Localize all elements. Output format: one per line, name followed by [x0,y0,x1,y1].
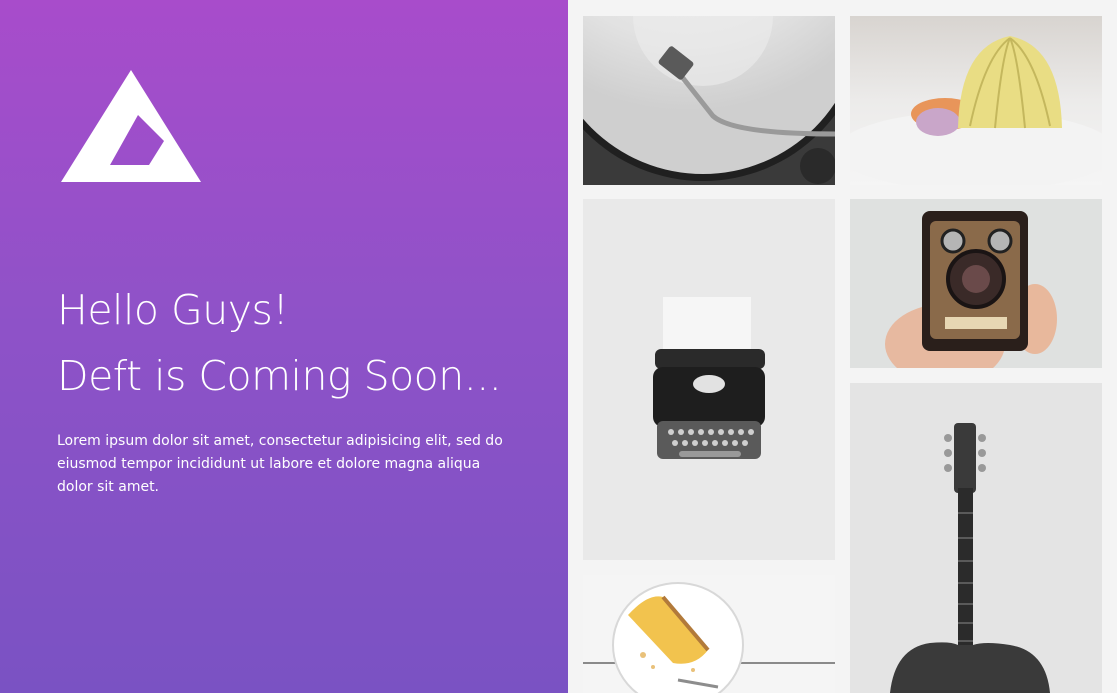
gallery-image-camera [850,199,1102,368]
hero-description: Lorem ipsum dolor sit amet, consectetur … [57,433,503,495]
gallery-image-turntable [583,16,835,185]
heading-line-2: Deft is Coming Soon... [57,352,502,400]
gallery-image-typewriter [583,199,835,560]
gallery-image-guitar [850,383,1102,693]
hero-panel: Hello Guys! Deft is Coming Soon... Lorem… [0,0,568,693]
gallery-image-seashells [850,16,1102,185]
gallery-image-cheesecake [583,575,835,693]
heading-line-1: Hello Guys! [57,286,289,334]
triangle-logo-icon [61,70,201,182]
